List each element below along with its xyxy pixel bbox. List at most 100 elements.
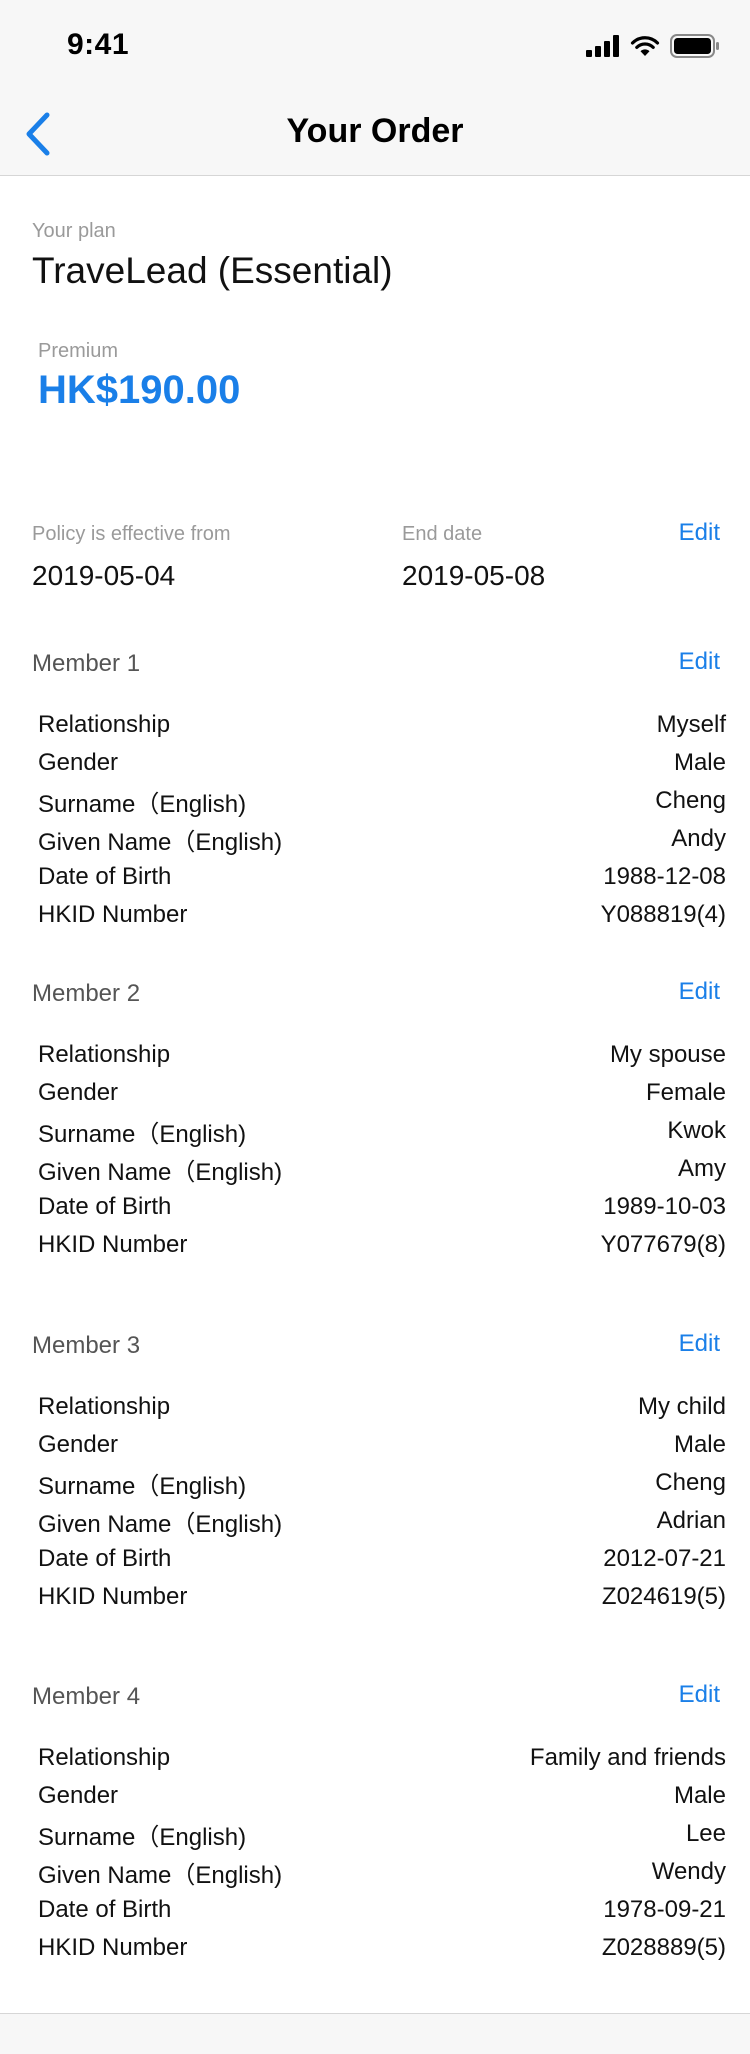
- detail-value: Male: [673, 1782, 726, 1809]
- detail-value: Adrian: [656, 1507, 726, 1534]
- detail-label: Gender: [38, 749, 119, 776]
- detail-label: Relationship: [38, 1041, 171, 1068]
- detail-label: Given Name（English): [38, 1510, 283, 1538]
- detail-label: HKID Number: [38, 901, 188, 928]
- status-time: 9:41: [67, 28, 130, 61]
- detail-row: Date of Birth 2012-07-21: [38, 1540, 726, 1578]
- detail-value: Y077679(8): [600, 1231, 726, 1258]
- detail-row: Given Name（English) Adrian: [38, 1502, 726, 1540]
- detail-label: Relationship: [38, 1393, 171, 1420]
- member-title: Member 4: [32, 1683, 141, 1710]
- edit-member-button[interactable]: Edit: [679, 648, 720, 676]
- page-title: Your Order: [286, 112, 464, 150]
- detail-value: Z028889(5): [601, 1934, 726, 1961]
- detail-row: Gender Male: [38, 1777, 726, 1815]
- detail-row: Surname（English) Cheng: [38, 1464, 726, 1502]
- detail-row: Surname（English) Cheng: [38, 782, 726, 820]
- detail-row: Given Name（English) Andy: [38, 820, 726, 858]
- detail-value: My spouse: [609, 1041, 726, 1068]
- detail-label: Date of Birth: [38, 1896, 172, 1923]
- member-title: Member 3: [32, 1332, 141, 1359]
- detail-row: Relationship Myself: [38, 706, 726, 744]
- detail-value: Female: [645, 1079, 726, 1106]
- premium-label: Premium: [38, 340, 119, 362]
- detail-row: Given Name（English) Wendy: [38, 1853, 726, 1891]
- detail-value: Male: [673, 1431, 726, 1458]
- detail-label: Surname（English): [38, 1472, 247, 1500]
- end-date-value: 2019-05-08: [402, 560, 546, 591]
- detail-value: Z024619(5): [601, 1583, 726, 1610]
- detail-label: Date of Birth: [38, 1193, 172, 1220]
- detail-row: Date of Birth 1988-12-08: [38, 858, 726, 896]
- detail-value: 1988-12-08: [603, 863, 726, 890]
- detail-label: Gender: [38, 1782, 119, 1809]
- effective-date-value: 2019-05-04: [32, 560, 176, 591]
- detail-label: Given Name（English): [38, 1861, 283, 1889]
- detail-value: My child: [637, 1393, 726, 1420]
- detail-row: Relationship My child: [38, 1388, 726, 1426]
- premium-amount: HK$190.00: [38, 368, 241, 412]
- detail-label: Given Name（English): [38, 828, 283, 856]
- detail-value: Kwok: [667, 1117, 726, 1144]
- navigation-bar: Your Order: [0, 88, 750, 176]
- detail-row: Surname（English) Lee: [38, 1815, 726, 1853]
- detail-row: HKID Number Z024619(5): [38, 1578, 726, 1616]
- edit-member-button[interactable]: Edit: [679, 978, 720, 1006]
- detail-label: HKID Number: [38, 1583, 188, 1610]
- detail-label: Given Name（English): [38, 1158, 283, 1186]
- detail-row: Date of Birth 1989-10-03: [38, 1188, 726, 1226]
- bottom-bar: [0, 2013, 750, 2054]
- detail-label: Date of Birth: [38, 863, 172, 890]
- member-title: Member 2: [32, 980, 141, 1007]
- battery-icon: [670, 34, 719, 58]
- detail-row: Relationship My spouse: [38, 1036, 726, 1074]
- member-details: Relationship My spouse Gender Female Surname…: [38, 1036, 726, 1264]
- detail-value: Lee: [685, 1820, 726, 1847]
- detail-label: Date of Birth: [38, 1545, 172, 1572]
- detail-label: Surname（English): [38, 790, 247, 818]
- detail-row: HKID Number Y077679(8): [38, 1226, 726, 1264]
- detail-value: Cheng: [655, 787, 726, 814]
- detail-value: Cheng: [655, 1469, 726, 1496]
- edit-member-button[interactable]: Edit: [679, 1681, 720, 1709]
- detail-value: Y088819(4): [600, 901, 726, 928]
- detail-label: Gender: [38, 1431, 119, 1458]
- plan-label: Your plan: [32, 220, 116, 242]
- detail-label: Surname（English): [38, 1120, 247, 1148]
- wifi-icon: [630, 36, 660, 56]
- detail-label: Surname（English): [38, 1823, 247, 1851]
- detail-label: Gender: [38, 1079, 119, 1106]
- member-details: Relationship My child Gender Male Surname（En…: [38, 1388, 726, 1616]
- detail-label: Relationship: [38, 711, 171, 738]
- detail-row: HKID Number Z028889(5): [38, 1929, 726, 1967]
- detail-value: 1978-09-21: [603, 1896, 726, 1923]
- plan-name: TraveLead (Essential): [32, 250, 393, 291]
- detail-value: Andy: [671, 825, 726, 852]
- status-bar: 9:41: [0, 0, 750, 88]
- edit-dates-button[interactable]: Edit: [679, 519, 720, 547]
- detail-value: Family and friends: [529, 1744, 726, 1771]
- detail-label: HKID Number: [38, 1231, 188, 1258]
- detail-row: Surname（English) Kwok: [38, 1112, 726, 1150]
- member-details: Relationship Family and friends Gender Male…: [38, 1739, 726, 1967]
- detail-value: Myself: [656, 711, 726, 738]
- detail-label: HKID Number: [38, 1934, 188, 1961]
- detail-row: Gender Male: [38, 1426, 726, 1464]
- detail-value: Wendy: [651, 1858, 726, 1885]
- detail-value: Male: [673, 749, 726, 776]
- detail-row: Gender Male: [38, 744, 726, 782]
- detail-row: Given Name（English) Amy: [38, 1150, 726, 1188]
- effective-date-label: Policy is effective from: [32, 523, 231, 545]
- edit-member-button[interactable]: Edit: [679, 1330, 720, 1358]
- member-details: Relationship Myself Gender Male Surname（Engl…: [38, 706, 726, 934]
- detail-value: 1989-10-03: [603, 1193, 726, 1220]
- detail-row: HKID Number Y088819(4): [38, 896, 726, 934]
- detail-label: Relationship: [38, 1744, 171, 1771]
- status-icons: [586, 32, 720, 60]
- detail-value: Amy: [678, 1155, 726, 1182]
- end-date-label: End date: [402, 523, 483, 545]
- signal-icon: [586, 35, 619, 57]
- detail-row: Gender Female: [38, 1074, 726, 1112]
- detail-row: Relationship Family and friends: [38, 1739, 726, 1777]
- detail-value: 2012-07-21: [603, 1545, 726, 1572]
